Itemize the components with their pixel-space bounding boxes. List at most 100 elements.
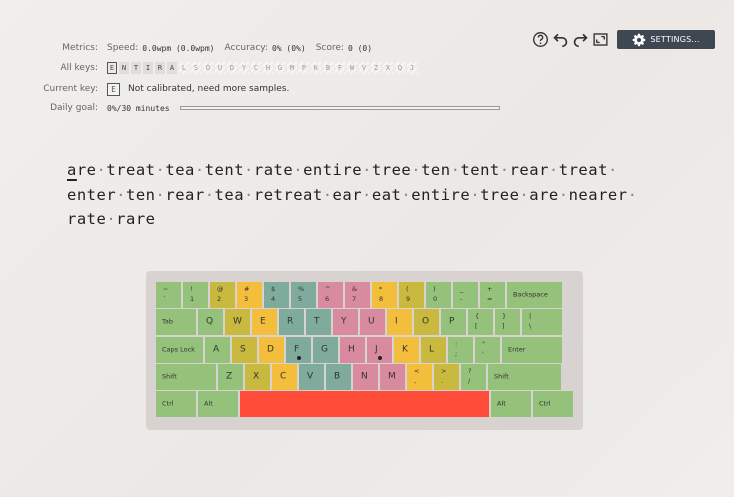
key-shift: Shift <box>488 363 561 390</box>
key-label: J <box>375 344 378 355</box>
key-symbol: (9 <box>399 282 424 308</box>
key-symbol: _ - <box>453 282 478 308</box>
key-indicator: Y <box>239 62 249 74</box>
key-label: L <box>429 344 435 355</box>
keyboard-row: Shift Z X C V B N M <, >.? / Shift <box>156 363 573 390</box>
key-t: T <box>306 309 331 336</box>
practice-word: ten <box>126 185 156 204</box>
key-label: , <box>414 376 417 385</box>
space-marker: · <box>627 185 638 204</box>
key-label: V <box>307 371 314 382</box>
practice-word: ten <box>421 161 451 179</box>
key-symbol: {[ <box>468 309 493 336</box>
daily-goal-label: Daily goal: <box>50 103 98 113</box>
gear-icon <box>633 33 646 46</box>
space-marker: · <box>155 185 166 204</box>
space-marker: · <box>244 185 254 204</box>
key-q: Q <box>198 309 223 336</box>
key-k: K <box>394 336 419 363</box>
space-marker: · <box>106 210 117 228</box>
speed-label: Speed: <box>107 43 139 53</box>
key-shift-label: ~ <box>163 285 169 293</box>
key-shift-label: ^ <box>325 285 331 293</box>
key-shift-label: " <box>482 339 485 348</box>
key-label: 8 <box>379 295 384 303</box>
key-shift-label: ? <box>468 366 472 375</box>
key-tab: Tab <box>156 309 196 336</box>
daily-goal-progress-bar <box>179 106 500 110</box>
practice-text[interactable]: are·treat·tea·tent·rate·entire·tree·ten·… <box>67 158 667 232</box>
undo-icon[interactable] <box>552 31 569 48</box>
current-key-row: Current key: E Not calibrated, need more… <box>0 82 289 96</box>
fullscreen-icon[interactable] <box>592 31 609 48</box>
help-icon[interactable] <box>532 31 549 48</box>
space-marker: · <box>558 185 569 204</box>
practice-word: are <box>529 185 559 204</box>
key-symbol: }] <box>495 309 520 336</box>
key-label: 9 <box>406 295 411 303</box>
key-shift-label: @ <box>217 285 224 293</box>
key-indicator: O <box>203 62 213 74</box>
key-indicator: D <box>227 62 237 74</box>
key-indicator: K <box>311 62 321 74</box>
key-label: Alt <box>497 399 506 408</box>
all-keys-row: All keys: ENTIRALSOUDYCHGMPKBFWVZXQJ <box>0 61 417 75</box>
keyboard: ~ `! 1 @2 #3 $4% 5 ^ 6 & 7 * 8(9) 0 _ - + = Backspace Tab Q W… <box>146 271 583 430</box>
practice-word: rate <box>253 161 294 179</box>
space-marker: · <box>470 185 481 204</box>
redo-icon[interactable] <box>572 31 589 48</box>
key-label: B <box>334 371 341 382</box>
key-w: W <box>225 309 250 336</box>
practice-word: tent <box>460 161 500 179</box>
key-label: D <box>267 344 274 355</box>
key-label: Shift <box>162 372 177 381</box>
key-label: 4 <box>271 295 276 303</box>
key-label: 0 <box>433 295 438 303</box>
key-label: Ctrl <box>162 399 174 408</box>
practice-word: ear <box>332 185 363 204</box>
key-a: A <box>205 336 230 363</box>
key-label: X <box>253 371 260 382</box>
key-label: ' <box>482 349 484 358</box>
settings-button[interactable]: SETTINGS... <box>617 30 715 49</box>
key-label: I <box>395 316 398 327</box>
practice-word: enter <box>67 185 117 204</box>
practice-word: tree <box>480 185 520 204</box>
key-label: F <box>294 344 300 355</box>
key-label: R <box>287 316 294 327</box>
keyboard-row: Caps Lock A S D F G H J K L:; " ' Enter <box>156 336 573 363</box>
key-symbol: + = <box>480 282 505 308</box>
key-m: M <box>380 363 405 390</box>
all-keys-list: ENTIRALSOUDYCHGMPKBFWVZXQJ <box>107 62 417 74</box>
key-label: N <box>361 371 368 382</box>
key-shift-label: % <box>298 285 305 293</box>
key-symbol: :; <box>448 336 473 363</box>
key-label: Ctrl <box>539 399 551 408</box>
practice-line: rate·rare <box>67 207 667 232</box>
current-key-status: Not calibrated, need more samples. <box>128 84 290 94</box>
key-label: Enter <box>508 345 526 354</box>
key-indicator: Q <box>395 62 405 74</box>
key-symbol: ? / <box>461 363 486 390</box>
key-indicator: W <box>347 62 357 74</box>
key-indicator: J <box>407 62 417 74</box>
space-marker: · <box>155 161 166 179</box>
key-indicator: S <box>191 62 201 74</box>
key-label: - <box>460 295 463 303</box>
key-label: Shift <box>494 372 509 381</box>
practice-word: nearer <box>568 185 628 204</box>
key-indicator: T <box>131 62 141 74</box>
key-indicator: A <box>167 62 177 74</box>
key-z: Z <box>218 363 243 390</box>
current-key-label: Current key: <box>43 84 98 94</box>
practice-word: tea <box>165 161 195 179</box>
key-r: R <box>279 309 304 336</box>
key-v: V <box>299 363 324 390</box>
key-symbol: $4 <box>264 282 289 308</box>
key-i: I <box>387 309 412 336</box>
practice-word: tree <box>371 161 412 179</box>
metrics-label: Metrics: <box>62 43 98 53</box>
key-indicator: C <box>251 62 261 74</box>
practice-word: rear <box>165 185 205 204</box>
space-marker: · <box>548 161 559 179</box>
